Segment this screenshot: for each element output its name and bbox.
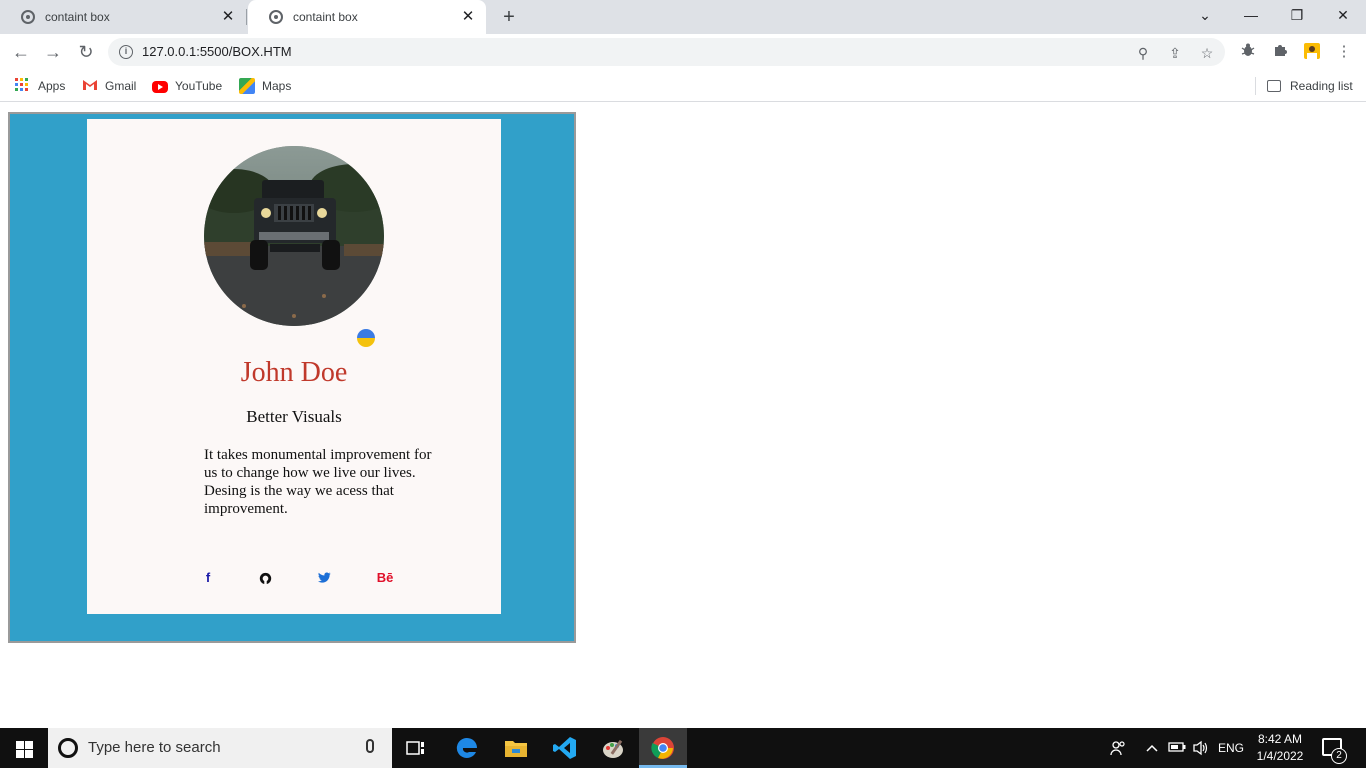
language-indicator[interactable]: ENG [1214,728,1248,768]
profile-bio: It takes monumental improvement for us t… [204,447,432,517]
browser-menu-icon[interactable]: ⋮ [1334,42,1354,62]
clock-time: 8:42 AM [1257,732,1303,746]
share-icon[interactable]: ⇪ [1166,44,1184,62]
site-info-icon[interactable]: i [119,45,133,59]
bookmark-apps[interactable]: Apps [15,77,65,95]
reading-list-icon [1267,80,1281,92]
tab-strip: containt box ✕ containt box ✕ + ⌄ — ❐ ✕ [0,0,1366,34]
status-badge [357,329,375,347]
close-tab-icon[interactable]: ✕ [460,9,476,25]
forward-button[interactable]: → [41,40,65,64]
bookmark-label: Maps [262,79,292,93]
bookmark-gmail[interactable]: Gmail [82,77,136,95]
url-text[interactable]: 127.0.0.1:5500/BOX.HTM [142,44,292,59]
bookmark-label: Gmail [105,79,137,93]
reading-list-button[interactable]: Reading list [1267,77,1353,95]
youtube-icon [152,81,168,93]
page-viewport: John Doe Better Visuals It takes monumen… [0,103,1366,728]
profile-name: John Doe [240,357,348,388]
browser-tab-active[interactable]: containt box ✕ [248,0,486,34]
start-button[interactable] [0,728,48,768]
bookmark-maps[interactable]: Maps [239,77,291,95]
globe-icon [269,10,283,24]
file-explorer-icon[interactable] [491,728,539,768]
gmail-icon [82,78,98,94]
notification-count-badge: 2 [1331,748,1347,764]
new-tab-button[interactable]: + [498,6,520,28]
restore-button[interactable]: ❐ [1274,0,1320,30]
close-tab-icon[interactable]: ✕ [220,9,236,25]
windows-logo-icon [16,750,24,758]
bookmarks-bar: Apps Gmail YouTube Maps Reading list [0,70,1366,102]
profile-card: John Doe Better Visuals It takes monumen… [87,119,501,614]
bookmarks-divider [1255,77,1256,95]
battery-icon[interactable] [1166,728,1188,768]
back-button[interactable]: ← [9,40,33,64]
content-box: John Doe Better Visuals It takes monumen… [8,112,576,643]
profile-photo [204,146,384,326]
globe-icon [21,10,35,24]
chevron-up-icon[interactable] [1143,728,1161,768]
search-placeholder[interactable]: Type here to search [88,739,221,756]
bookmark-star-icon[interactable]: ☆ [1198,44,1216,62]
extensions-puzzle-icon[interactable] [1270,42,1290,62]
windows-logo-icon [25,741,33,749]
clock-date: 1/4/2022 [1256,749,1304,763]
behance-icon[interactable]: Bē [374,569,396,587]
bookmark-label: Apps [38,79,66,93]
bug-extension-icon[interactable] [1238,42,1258,62]
zoom-icon[interactable]: ⚲ [1134,44,1152,62]
tab-title: containt box [293,10,358,24]
address-bar[interactable]: i 127.0.0.1:5500/BOX.HTM ⚲ ⇪ ☆ [108,38,1225,66]
tab-title: containt box [45,10,110,24]
close-window-button[interactable]: ✕ [1320,0,1366,30]
browser-tab[interactable]: containt box ✕ [0,0,246,34]
maps-icon [239,78,255,94]
edge-icon[interactable] [442,728,490,768]
reading-list-label: Reading list [1290,79,1353,93]
microphone-icon[interactable] [366,739,374,753]
reload-button[interactable]: ↻ [74,40,98,64]
minimize-button[interactable]: — [1228,0,1274,30]
volume-icon[interactable] [1190,728,1212,768]
browser-toolbar: ← → ↻ i 127.0.0.1:5500/BOX.HTM ⚲ ⇪ ☆ ⋮ [0,34,1366,70]
windows-logo-icon [16,741,24,749]
bookmark-youtube[interactable]: YouTube [152,77,222,95]
windows-logo-icon [25,750,33,758]
tab-search-icon[interactable]: ⌄ [1182,0,1228,30]
tab-separator [246,9,247,25]
chrome-icon[interactable] [639,728,687,768]
facebook-icon[interactable]: f [201,569,215,587]
system-clock[interactable]: 8:42 AM 1/4/2022 [1250,731,1310,765]
task-view-icon[interactable] [392,728,440,768]
profile-role: Better Visuals [246,407,342,426]
paint-icon[interactable] [590,728,638,768]
people-icon[interactable] [1105,728,1131,768]
apps-grid-icon [15,78,31,94]
cortana-icon [58,738,78,758]
twitter-icon[interactable] [316,569,332,587]
github-icon[interactable] [257,569,273,587]
windows-taskbar: Type here to search ENG 8:42 AM 1/4/2022… [0,728,1366,768]
vscode-icon[interactable] [541,728,589,768]
bookmark-label: YouTube [175,79,223,93]
taskbar-search[interactable]: Type here to search [48,728,392,768]
profile-avatar[interactable] [1302,42,1322,62]
